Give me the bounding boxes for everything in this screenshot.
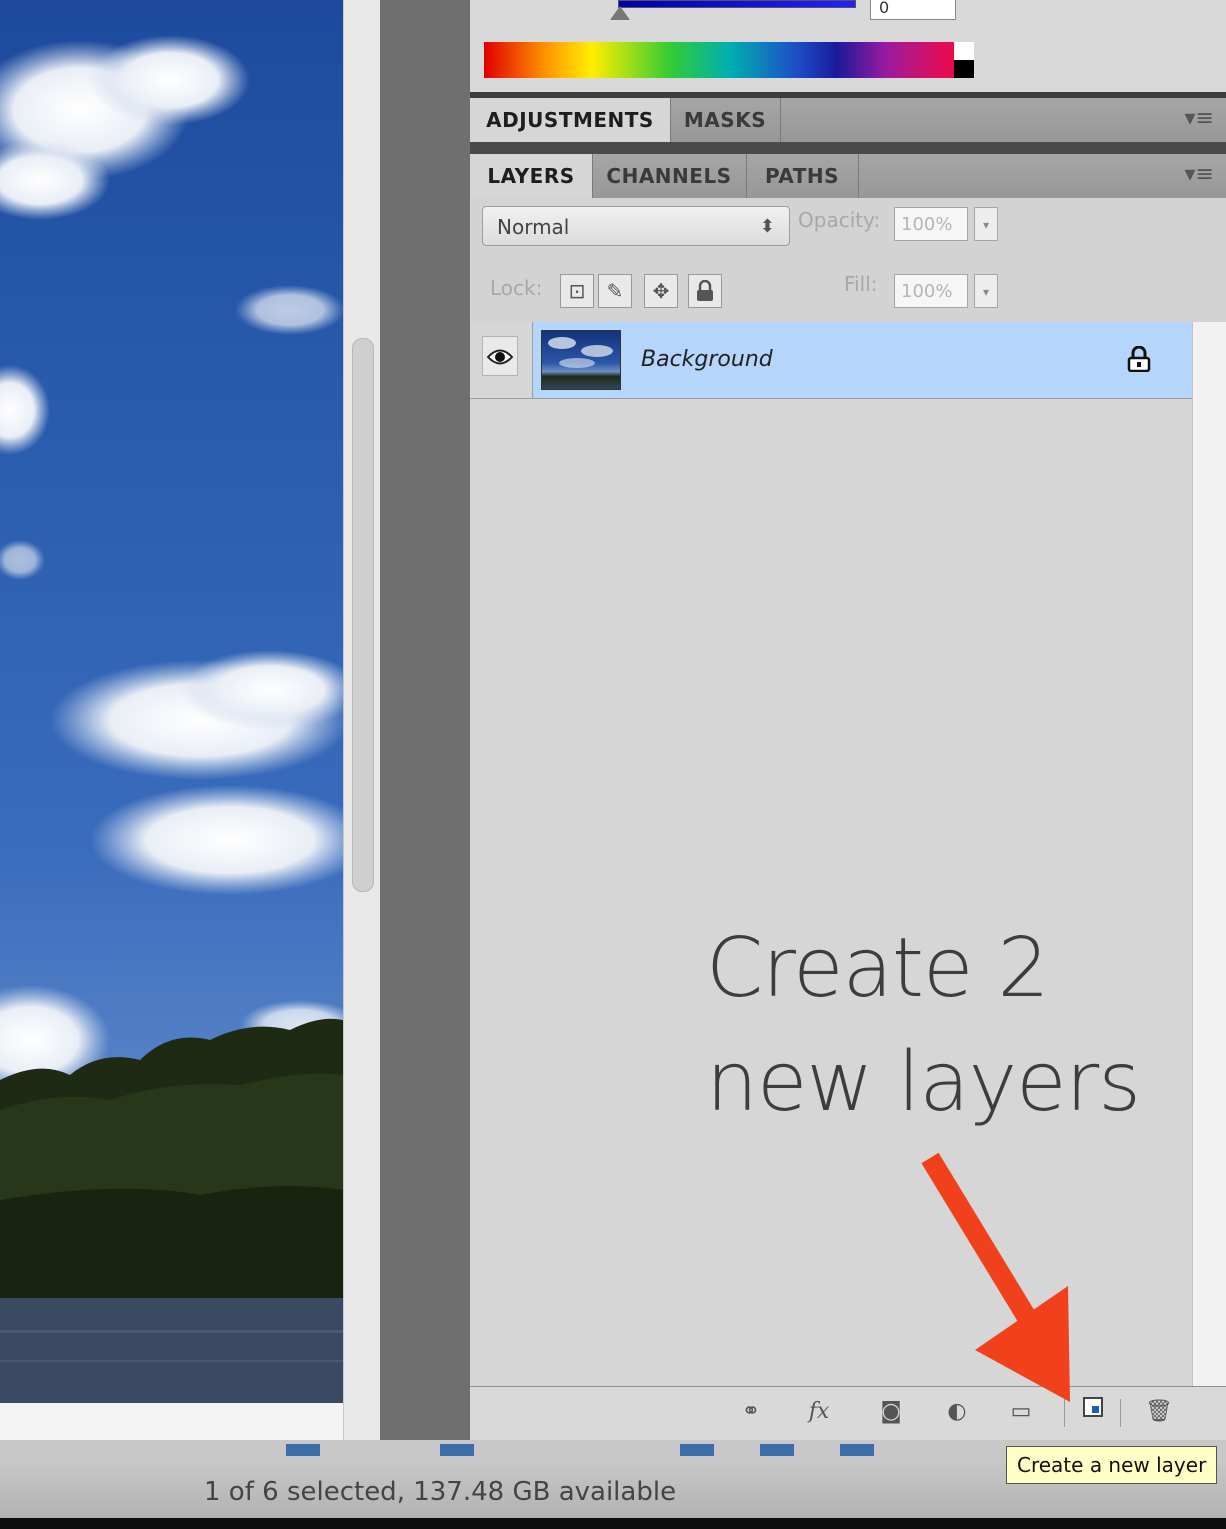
opacity-dropdown-button[interactable]: ▾ — [974, 207, 998, 241]
color-value-field[interactable]: 0 — [870, 0, 956, 20]
layers-bottom-toolbar: ⚭ fx ◙ ◐ ▭ 🗑 — [470, 1386, 1226, 1441]
annotation-arrow-icon — [921, 1152, 1070, 1402]
layer-list-scrollbar[interactable] — [1192, 322, 1226, 1386]
layers-tabbar: LAYERS CHANNELS PATHS ▾≡ — [470, 154, 1226, 199]
right-panel: 0 ADJUSTMENTS MASKS ▾≡ LAYERS CHANNELS P… — [470, 0, 1226, 1441]
select-arrows-icon: ⬍ — [759, 216, 775, 237]
annotation-line-1: Create 2 — [706, 921, 1050, 1016]
layer-row-selected[interactable]: Background — [532, 322, 1193, 398]
color-slider-handle[interactable] — [610, 6, 630, 20]
panel-menu-icon[interactable]: ▾≡ — [1185, 162, 1214, 187]
color-panel: 0 — [470, 0, 1226, 92]
fill-field[interactable]: 100% — [894, 274, 968, 308]
move-icon: ✥ — [652, 279, 670, 303]
trash-icon[interactable]: 🗑 — [1142, 1395, 1176, 1429]
tab-paths[interactable]: PATHS — [746, 154, 859, 198]
lock-image-button[interactable]: ✎ — [598, 274, 632, 308]
toolbar-separator — [1120, 1399, 1121, 1427]
fill-label: Fill: — [844, 272, 878, 296]
tooltip: Create a new layer — [1006, 1446, 1218, 1484]
brush-icon: ✎ — [606, 279, 624, 303]
fill-dropdown-button[interactable]: ▾ — [974, 274, 998, 308]
blend-mode-value: Normal — [497, 215, 570, 239]
panel-menu-icon[interactable]: ▾≡ — [1185, 106, 1214, 131]
padlock-icon — [697, 279, 713, 301]
tutorial-annotation: Create 2 new layers — [706, 912, 1141, 1140]
photo-canvas[interactable] — [0, 0, 343, 1403]
canvas-area[interactable] — [0, 0, 381, 1440]
panel-divider — [470, 142, 1226, 154]
opacity-field[interactable]: 100% — [894, 207, 968, 241]
checker-icon: ⊡ — [568, 279, 586, 303]
panel-gutter — [380, 0, 470, 1440]
layer-name: Background — [641, 347, 773, 372]
status-text: 1 of 6 selected, 137.48 GB available — [204, 1477, 677, 1507]
opacity-label: Opacity: — [798, 208, 881, 232]
black-white-swatch[interactable] — [954, 42, 974, 78]
lock-position-button[interactable]: ✥ — [644, 274, 678, 308]
layer-row-background[interactable]: Background — [470, 322, 1193, 399]
layer-visibility-toggle[interactable] — [482, 336, 518, 376]
fx-icon[interactable]: fx — [802, 1395, 836, 1429]
color-spectrum-bar[interactable] — [484, 42, 974, 78]
lock-options-row: Lock: ⊡ ✎ ✥ Fill: 100% ▾ — [470, 260, 1226, 323]
lock-transparency-button[interactable]: ⊡ — [560, 274, 594, 308]
layer-thumbnail — [541, 330, 621, 390]
canvas-scrollbar[interactable] — [343, 0, 381, 1440]
lock-all-button[interactable] — [688, 274, 722, 308]
canvas-scroll-thumb[interactable] — [352, 338, 374, 892]
layer-lock-icon — [1127, 345, 1151, 376]
color-slider-track[interactable] — [618, 0, 856, 8]
layer-thumbnail-image — [548, 337, 613, 368]
tab-masks[interactable]: MASKS — [670, 98, 781, 142]
adjustments-tabbar: ADJUSTMENTS MASKS ▾≡ — [470, 98, 1226, 143]
tab-adjustments[interactable]: ADJUSTMENTS — [470, 98, 671, 142]
canvas-bottom-margin — [0, 1403, 343, 1440]
tab-layers[interactable]: LAYERS — [470, 154, 593, 198]
eye-icon — [486, 349, 514, 365]
link-icon[interactable]: ⚭ — [734, 1395, 768, 1429]
blend-mode-select[interactable]: Normal ⬍ — [482, 206, 790, 246]
sky-photo-image — [0, 35, 343, 1403]
annotation-line-2: new layers — [706, 1035, 1141, 1130]
lock-label: Lock: — [490, 276, 543, 300]
tab-channels[interactable]: CHANNELS — [592, 154, 747, 198]
blend-options-row: Normal ⬍ Opacity: 100% ▾ — [470, 198, 1226, 261]
bottom-edge — [0, 1518, 1226, 1529]
